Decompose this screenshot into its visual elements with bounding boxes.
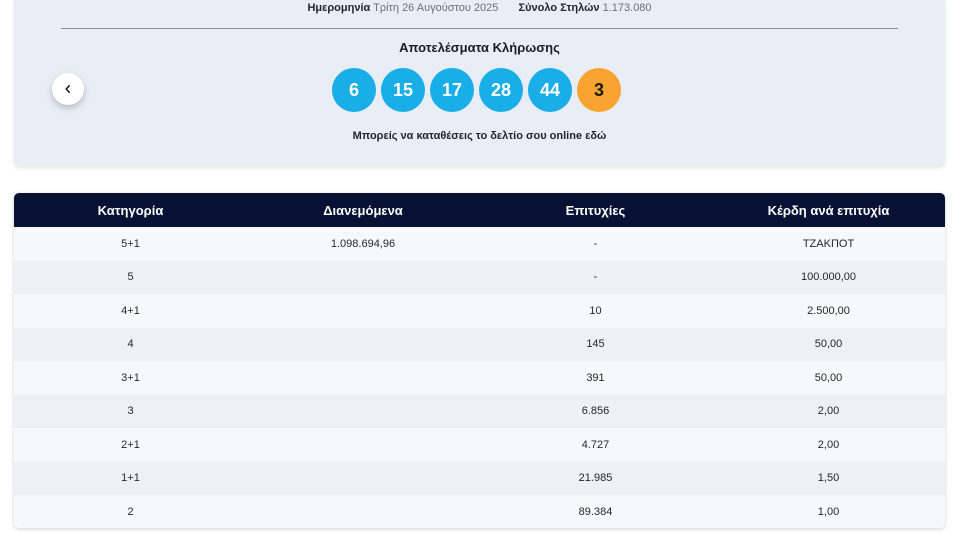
table-row: 5 - 100.000,00 [14,260,945,295]
cell-winners: 145 [586,338,605,351]
cell-prize: 1,50 [817,472,840,485]
cell-distributed [247,294,479,328]
number-ball: 28 [479,68,523,112]
cell-category: 2 [127,505,134,518]
cell-prize: 2,00 [817,438,840,451]
cell-winners: - [593,237,598,250]
cell-prize: 100.000,00 [800,271,857,284]
cell-winners: 10 [589,304,602,317]
cell-winners: - [593,271,598,284]
table-row: 4 145 50,00 [14,327,945,362]
cell-prize: 1,00 [817,505,840,518]
online-ticket-link[interactable]: Μπορείς να καταθέσεις το δελτίο σου onli… [14,130,945,142]
date-value: Τρίτη 26 Αυγούστου 2025 [373,2,499,14]
draw-results-title: Αποτελέσματα Κλήρωσης [399,40,560,55]
cell-category: 3 [127,405,134,418]
cell-distributed [247,462,479,496]
previous-draw-button[interactable] [52,73,84,105]
divider [61,28,898,29]
number-ball: 44 [528,68,572,112]
cell-winners: 21.985 [578,472,613,485]
table-row: 2+1 4.727 2,00 [14,428,945,462]
bonus-number-ball: 3 [577,68,621,112]
table-row: 3 6.856 2,00 [14,394,945,429]
total-columns-label: Σύνολο Στηλών [518,2,600,14]
cell-winners: 4.727 [581,438,610,451]
cell-prize: 50,00 [814,338,843,351]
cell-winners: 6.856 [581,405,610,418]
cell-distributed [247,328,479,362]
total-columns-value: 1.173.080 [602,2,652,14]
table-row: 2 89.384 1,00 [14,495,945,528]
cell-category: 4 [127,338,134,351]
cell-category: 2+1 [121,438,140,451]
cell-distributed [247,261,479,295]
cell-category: 4+1 [121,304,140,317]
cell-category: 1+1 [121,472,140,485]
cell-category: 3+1 [121,371,140,384]
number-ball: 6 [332,68,376,112]
column-header-winners: Επιτυχίες [565,202,626,218]
draw-meta: Ημερομηνία Τρίτη 26 Αυγούστου 2025 Σύνολ… [14,2,945,14]
table-row: 3+1 391 50,00 [14,361,945,395]
cell-distributed: 1.098.694,96 [330,237,396,250]
cell-prize: 2.500,00 [807,304,850,317]
cell-winners: 391 [586,371,605,384]
draw-results-panel: Ημερομηνία Τρίτη 26 Αυγούστου 2025 Σύνολ… [14,0,945,166]
cell-distributed [247,495,479,528]
number-ball: 17 [430,68,474,112]
cell-winners: 89.384 [578,505,613,518]
winning-numbers: 6 15 17 28 44 3 [332,68,621,112]
number-ball: 15 [381,68,425,112]
table-row: 5+1 1.098.694,96 - ΤΖΑΚΠΟΤ [14,227,945,261]
prize-breakdown-table: Κατηγορία Διανεμόμενα Επιτυχίες Κέρδη αν… [14,193,945,528]
cell-category: 5 [127,271,134,284]
table-row: 1+1 21.985 1,50 [14,461,945,496]
cell-prize: 50,00 [814,371,843,384]
table-row: 4+1 10 2.500,00 [14,294,945,328]
chevron-left-icon [63,84,73,94]
cell-distributed [247,395,479,429]
column-header-distributed: Διανεμόμενα [323,202,403,218]
table-header-row: Κατηγορία Διανεμόμενα Επιτυχίες Κέρδη αν… [14,193,945,227]
cell-distributed [247,428,479,462]
cell-prize: ΤΖΑΚΠΟΤ [802,237,855,250]
column-header-category: Κατηγορία [97,202,164,218]
date-label: Ημερομηνία [307,2,371,14]
cell-prize: 2,00 [817,405,840,418]
cell-distributed [247,361,479,395]
column-header-prize: Κέρδη ανά επιτυχία [767,202,890,218]
cell-category: 5+1 [121,237,140,250]
